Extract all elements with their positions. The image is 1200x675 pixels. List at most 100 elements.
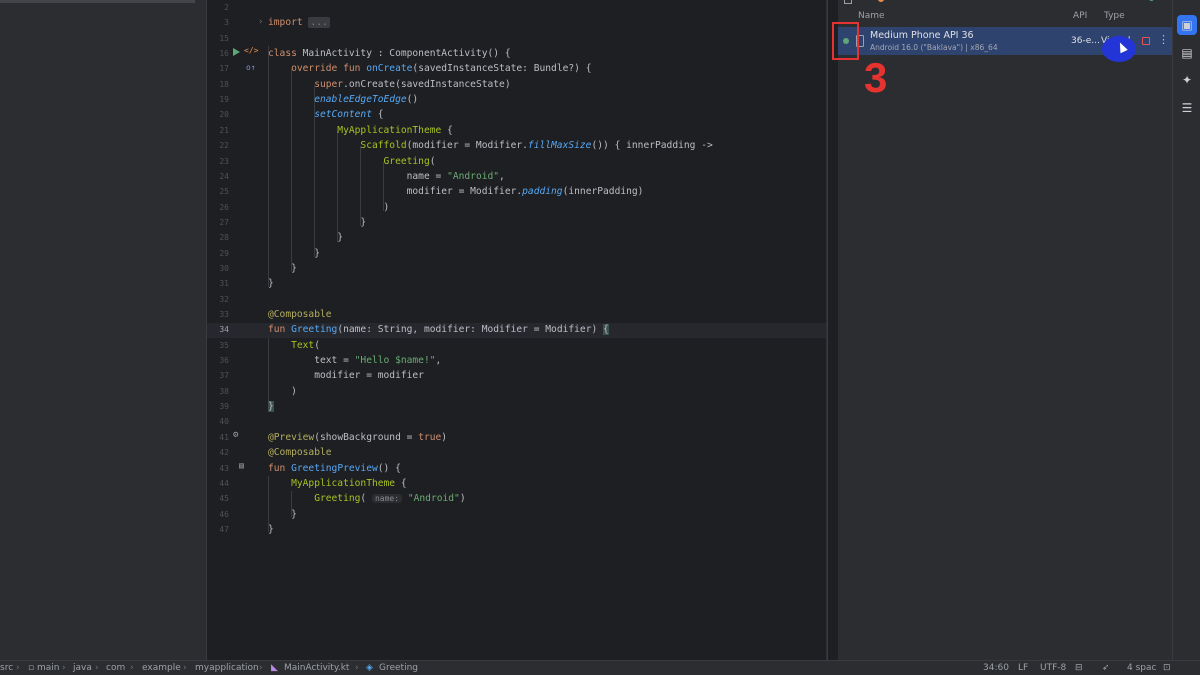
code-line[interactable]: } — [268, 261, 297, 276]
breadcrumb-example[interactable]: example — [142, 663, 181, 673]
edit-icon[interactable]: ⊟ — [1075, 663, 1083, 673]
line-number[interactable]: 37 — [207, 368, 229, 383]
line-number[interactable]: 31 — [207, 276, 229, 291]
line-number[interactable]: 46 — [207, 507, 229, 522]
code-line[interactable]: name = "Android", — [268, 169, 505, 184]
code-line[interactable]: @Composable — [268, 307, 332, 322]
column-name[interactable]: Name — [858, 11, 885, 21]
line-number[interactable]: 18 — [207, 77, 229, 92]
line-number[interactable]: 3 — [207, 15, 229, 30]
code-line[interactable]: text = "Hello $name!", — [268, 353, 441, 368]
run-icon[interactable] — [233, 48, 240, 56]
breadcrumb-java[interactable]: java — [73, 663, 92, 673]
line-number[interactable]: 35 — [207, 338, 229, 353]
code-line[interactable]: } — [268, 522, 274, 537]
breadcrumb-file[interactable]: MainActivity.kt — [284, 663, 349, 673]
indent-setting[interactable]: 4 spac — [1127, 663, 1156, 673]
breadcrumb-com[interactable]: com — [106, 663, 125, 673]
code-line[interactable]: Greeting( — [268, 154, 436, 169]
code-line[interactable]: } — [268, 230, 343, 245]
code-icon[interactable]: </> — [244, 46, 258, 55]
line-number[interactable]: 44 — [207, 476, 229, 491]
code-line[interactable]: Text( — [268, 338, 320, 353]
code-line[interactable]: fun GreetingPreview() { — [268, 461, 401, 476]
code-line[interactable]: @Composable — [268, 445, 332, 460]
more-options-icon[interactable]: ⋮ — [1158, 33, 1169, 46]
column-type[interactable]: Type — [1104, 11, 1125, 21]
line-number[interactable]: 33 — [207, 307, 229, 322]
line-number[interactable]: 38 — [207, 384, 229, 399]
rocket-icon[interactable]: ➶ — [1102, 663, 1110, 673]
code-line[interactable]: modifier = Modifier.padding(innerPadding… — [268, 184, 644, 199]
caret-position[interactable]: 34:60 — [983, 663, 1009, 673]
line-number[interactable]: 22 — [207, 138, 229, 153]
line-number[interactable]: 41 — [207, 430, 229, 445]
splitter[interactable] — [827, 0, 838, 660]
line-number[interactable]: 45 — [207, 491, 229, 506]
code-line[interactable]: } — [268, 215, 366, 230]
line-number[interactable]: 21 — [207, 123, 229, 138]
code-line[interactable]: MyApplicationTheme { — [268, 476, 407, 491]
project-panel[interactable] — [0, 0, 207, 660]
line-number[interactable]: 42 — [207, 445, 229, 460]
code-line[interactable]: } — [268, 399, 274, 414]
gemini-tool-button[interactable]: ✦ — [1177, 70, 1197, 90]
code-line[interactable]: import ... — [268, 15, 330, 30]
file-encoding[interactable]: UTF-8 — [1040, 663, 1066, 673]
line-number[interactable]: 32 — [207, 292, 229, 307]
line-number[interactable]: 15 — [207, 31, 229, 46]
breadcrumb-src[interactable]: src — [0, 663, 13, 673]
line-number[interactable]: 47 — [207, 522, 229, 537]
code-line[interactable]: } — [268, 507, 297, 522]
line-number[interactable]: 23 — [207, 154, 229, 169]
code-editor[interactable]: 2 3 15 16 17 18 19 20 21 22 23 24 25 26 27 28 29 30 31 32 33… — [207, 0, 827, 660]
code-line[interactable]: class MainActivity : ComponentActivity()… — [268, 46, 511, 61]
line-number[interactable]: 34 — [207, 322, 229, 337]
line-number[interactable]: 25 — [207, 184, 229, 199]
code-line[interactable]: setContent { — [268, 107, 383, 122]
line-number[interactable]: 2 — [207, 0, 229, 15]
breadcrumb-main[interactable]: main — [37, 663, 60, 673]
fold-chevron-icon[interactable]: › — [258, 17, 263, 27]
lock-icon[interactable]: ⊡ — [1163, 663, 1171, 673]
code-line[interactable]: Greeting( name: "Android") — [268, 491, 465, 506]
code-line[interactable]: fun Greeting(name: String, modifier: Mod… — [268, 322, 609, 337]
code-line[interactable]: } — [268, 246, 320, 261]
line-number[interactable]: 29 — [207, 246, 229, 261]
line-number[interactable]: 19 — [207, 92, 229, 107]
stop-emulator-button[interactable] — [1142, 37, 1150, 45]
line-number[interactable]: 36 — [207, 353, 229, 368]
code-line[interactable]: enableEdgeToEdge() — [268, 92, 418, 107]
preview-settings-icon[interactable]: ⚙ — [233, 430, 238, 440]
line-number[interactable]: 24 — [207, 169, 229, 184]
breadcrumb-myapplication[interactable]: myapplication — [195, 663, 259, 673]
device-manager-tool-button[interactable]: ▣ — [1177, 15, 1197, 35]
code-line[interactable]: super.onCreate(savedInstanceState) — [268, 77, 510, 92]
structure-tool-button[interactable]: ☰ — [1177, 98, 1197, 118]
preview-icon[interactable]: ▤ — [239, 461, 244, 470]
line-number[interactable]: 26 — [207, 200, 229, 215]
line-number[interactable]: 20 — [207, 107, 229, 122]
code-line[interactable]: @Preview(showBackground = true) — [268, 430, 447, 445]
add-device-icon[interactable] — [844, 0, 852, 4]
code-line[interactable]: Scaffold(modifier = Modifier.fillMaxSize… — [268, 138, 712, 153]
line-number[interactable]: 28 — [207, 230, 229, 245]
code-line[interactable]: ) — [268, 384, 297, 399]
line-number[interactable]: 27 — [207, 215, 229, 230]
line-number[interactable]: 40 — [207, 414, 229, 429]
code-area[interactable]: import ... class MainActivity : Component… — [268, 0, 827, 660]
running-devices-tool-button[interactable]: ▤ — [1177, 43, 1197, 63]
line-number[interactable]: 39 — [207, 399, 229, 414]
line-separator[interactable]: LF — [1018, 663, 1028, 673]
code-line[interactable]: modifier = modifier — [268, 368, 424, 383]
line-number[interactable]: 30 — [207, 261, 229, 276]
breadcrumb-function[interactable]: Greeting — [379, 663, 418, 673]
code-line[interactable]: override fun onCreate(savedInstanceState… — [268, 61, 591, 76]
override-icon[interactable]: o↑ — [246, 63, 256, 72]
line-number[interactable]: 43 — [207, 461, 229, 476]
code-line[interactable]: MyApplicationTheme { — [268, 123, 453, 138]
code-line[interactable]: } — [268, 276, 274, 291]
code-line[interactable]: ) — [268, 200, 390, 215]
column-api[interactable]: API — [1073, 11, 1087, 21]
line-number[interactable]: 16 — [207, 46, 229, 61]
